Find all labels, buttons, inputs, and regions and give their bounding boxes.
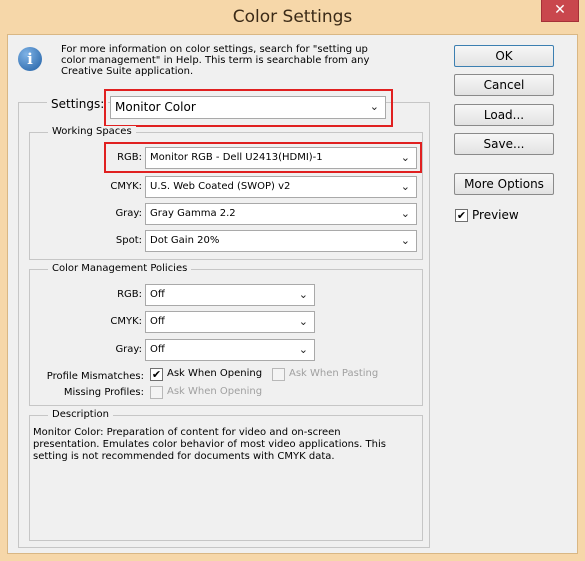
save-button[interactable]: Save... <box>454 133 554 155</box>
ws-cmyk-label: CMYK: <box>110 181 142 192</box>
highlight-box-rgb <box>104 142 422 173</box>
policy-cmyk-dropdown[interactable]: Off ⌄ <box>145 311 315 333</box>
ws-cmyk-dropdown[interactable]: U.S. Web Coated (SWOP) v2 ⌄ <box>145 176 417 198</box>
color-settings-window: Color Settings ✕ i For more information … <box>0 0 585 561</box>
highlight-box-settings <box>104 89 393 127</box>
description-legend: Description <box>48 409 113 420</box>
policy-cmyk-value: Off <box>150 316 165 327</box>
preview-label: Preview <box>472 208 519 222</box>
working-spaces-legend: Working Spaces <box>48 126 136 137</box>
title-bar[interactable]: Color Settings ✕ <box>0 0 585 34</box>
ws-spot-dropdown[interactable]: Dot Gain 20% ⌄ <box>145 230 417 252</box>
policy-rgb-dropdown[interactable]: Off ⌄ <box>145 284 315 306</box>
mismatch-pasting-checkbox[interactable] <box>272 368 285 381</box>
chevron-down-icon: ⌄ <box>298 343 308 356</box>
policy-rgb-value: Off <box>150 289 165 300</box>
cancel-button[interactable]: Cancel <box>454 74 554 96</box>
load-button[interactable]: Load... <box>454 104 554 126</box>
policy-gray-value: Off <box>150 344 165 355</box>
policy-rgb-label: RGB: <box>117 289 142 300</box>
check-icon: ✔ <box>151 368 162 381</box>
ws-gray-label: Gray: <box>115 208 142 219</box>
chevron-down-icon: ⌄ <box>400 207 410 220</box>
ws-spot-label: Spot: <box>115 235 142 246</box>
dialog-body: i For more information on color settings… <box>7 34 578 554</box>
policies-legend: Color Management Policies <box>48 263 192 274</box>
chevron-down-icon: ⌄ <box>298 288 308 301</box>
profile-mismatches-label: Profile Mismatches: <box>46 371 144 382</box>
window-title: Color Settings <box>232 7 353 27</box>
ws-gray-dropdown[interactable]: Gray Gamma 2.2 ⌄ <box>145 203 417 225</box>
settings-label: Settings: <box>47 97 109 111</box>
check-icon: ✔ <box>456 209 467 222</box>
description-text: Monitor Color: Preparation of content fo… <box>33 427 386 462</box>
preview-checkbox[interactable]: ✔ <box>455 209 468 222</box>
policy-gray-dropdown[interactable]: Off ⌄ <box>145 339 315 361</box>
chevron-down-icon: ⌄ <box>298 315 308 328</box>
ws-spot-value: Dot Gain 20% <box>150 235 220 246</box>
mismatch-opening-label: Ask When Opening <box>167 368 263 379</box>
ok-button[interactable]: OK <box>454 45 554 67</box>
more-options-button[interactable]: More Options <box>454 173 554 195</box>
policy-gray-label: Gray: <box>115 344 142 355</box>
chevron-down-icon: ⌄ <box>400 234 410 247</box>
policy-cmyk-label: CMYK: <box>110 316 142 327</box>
info-icon: i <box>18 47 42 71</box>
info-text: For more information on color settings, … <box>61 44 370 77</box>
ws-cmyk-value: U.S. Web Coated (SWOP) v2 <box>150 181 291 192</box>
close-button[interactable]: ✕ <box>541 0 579 22</box>
missing-opening-label: Ask When Opening <box>167 386 263 397</box>
mismatch-pasting-label: Ask When Pasting <box>289 368 379 379</box>
ws-gray-value: Gray Gamma 2.2 <box>150 208 236 219</box>
missing-profiles-label: Missing Profiles: <box>63 387 144 398</box>
missing-opening-checkbox[interactable] <box>150 386 163 399</box>
mismatch-opening-checkbox[interactable]: ✔ <box>150 368 163 381</box>
chevron-down-icon: ⌄ <box>400 180 410 193</box>
